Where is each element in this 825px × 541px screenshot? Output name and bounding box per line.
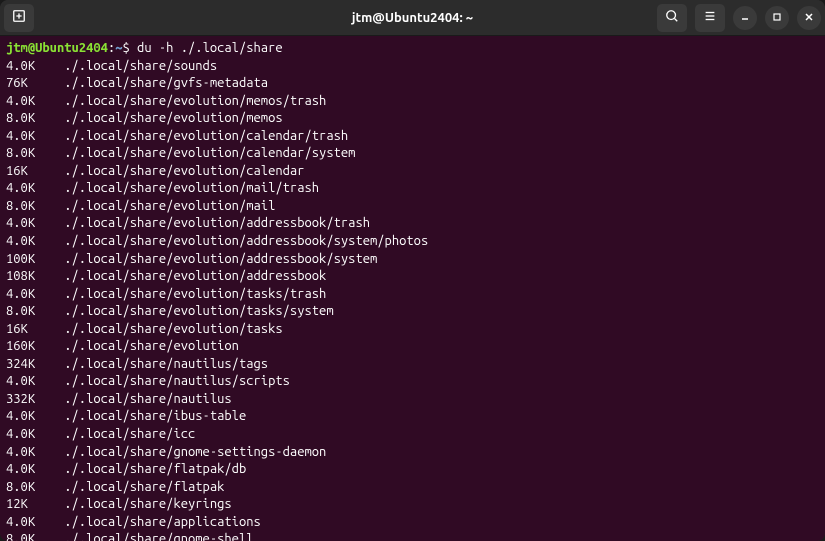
titlebar-left xyxy=(4,4,34,32)
search-button[interactable] xyxy=(657,4,687,32)
output-line: 4.0K ./.local/share/evolution/memos/tras… xyxy=(6,93,819,111)
output-line: 16K ./.local/share/evolution/calendar xyxy=(6,163,819,181)
output-line: 4.0K ./.local/share/evolution/tasks/tras… xyxy=(6,286,819,304)
titlebar-right xyxy=(657,4,821,32)
new-tab-icon xyxy=(12,9,26,26)
command-text: du -h ./.local/share xyxy=(137,41,283,55)
minimize-button[interactable] xyxy=(733,6,757,30)
output-line: 4.0K ./.local/share/evolution/calendar/t… xyxy=(6,128,819,146)
output-line: 4.0K ./.local/share/evolution/addressboo… xyxy=(6,215,819,233)
output-line: 4.0K ./.local/share/flatpak/db xyxy=(6,461,819,479)
hamburger-icon xyxy=(703,9,717,26)
output-line: 4.0K ./.local/share/ibus-table xyxy=(6,408,819,426)
output-container: 4.0K ./.local/share/sounds76K ./.local/s… xyxy=(6,58,819,541)
prompt-sep2: $ xyxy=(122,41,137,55)
new-tab-button[interactable] xyxy=(4,4,34,32)
output-line: 8.0K ./.local/share/gnome-shell xyxy=(6,531,819,541)
close-icon xyxy=(804,10,814,25)
close-button[interactable] xyxy=(797,6,821,30)
output-line: 4.0K ./.local/share/evolution/addressboo… xyxy=(6,233,819,251)
output-line: 4.0K ./.local/share/applications xyxy=(6,514,819,532)
output-line: 8.0K ./.local/share/evolution/calendar/s… xyxy=(6,145,819,163)
output-line: 16K ./.local/share/evolution/tasks xyxy=(6,321,819,339)
output-line: 108K ./.local/share/evolution/addressboo… xyxy=(6,268,819,286)
output-line: 4.0K ./.local/share/gnome-settings-daemo… xyxy=(6,444,819,462)
output-line: 4.0K ./.local/share/icc xyxy=(6,426,819,444)
output-line: 12K ./.local/share/keyrings xyxy=(6,496,819,514)
menu-button[interactable] xyxy=(695,4,725,32)
terminal-window: jtm@Ubuntu2404: ~ xyxy=(0,0,825,541)
titlebar: jtm@Ubuntu2404: ~ xyxy=(0,0,825,36)
maximize-icon xyxy=(772,10,782,25)
output-line: 8.0K ./.local/share/evolution/memos xyxy=(6,110,819,128)
output-line: 8.0K ./.local/share/evolution/mail xyxy=(6,198,819,216)
output-line: 8.0K ./.local/share/evolution/tasks/syst… xyxy=(6,303,819,321)
maximize-button[interactable] xyxy=(765,6,789,30)
command-line: jtm@Ubuntu2404:~$ du -h ./.local/share xyxy=(6,40,819,58)
output-line: 324K ./.local/share/nautilus/tags xyxy=(6,356,819,374)
output-line: 8.0K ./.local/share/flatpak xyxy=(6,479,819,497)
output-line: 76K ./.local/share/gvfs-metadata xyxy=(6,75,819,93)
output-line: 4.0K ./.local/share/evolution/mail/trash xyxy=(6,180,819,198)
output-line: 4.0K ./.local/share/sounds xyxy=(6,58,819,76)
terminal-body[interactable]: jtm@Ubuntu2404:~$ du -h ./.local/share 4… xyxy=(0,36,825,541)
output-line: 4.0K ./.local/share/nautilus/scripts xyxy=(6,373,819,391)
window-title: jtm@Ubuntu2404: ~ xyxy=(352,11,473,25)
output-line: 100K ./.local/share/evolution/addressboo… xyxy=(6,251,819,269)
search-icon xyxy=(665,9,679,26)
output-line: 160K ./.local/share/evolution xyxy=(6,338,819,356)
minimize-icon xyxy=(740,10,750,25)
prompt-user: jtm@Ubuntu2404 xyxy=(6,41,108,55)
output-line: 332K ./.local/share/nautilus xyxy=(6,391,819,409)
